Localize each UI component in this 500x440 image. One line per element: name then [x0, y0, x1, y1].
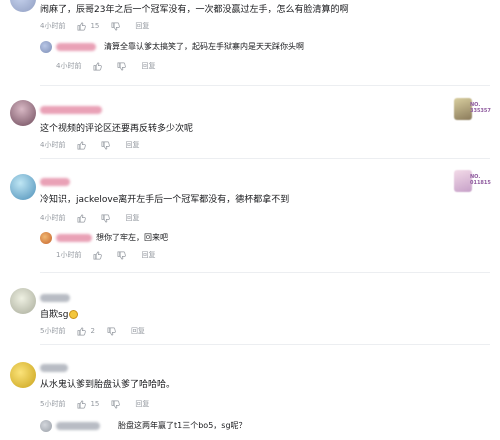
- comment-meta: 4小时前 回复: [40, 212, 139, 224]
- reply-avatar[interactable]: [40, 420, 52, 432]
- dislike-button[interactable]: [111, 400, 123, 409]
- dislike-button[interactable]: [111, 22, 123, 31]
- comment-time: 5小时前: [40, 327, 66, 335]
- dislike-button[interactable]: [107, 327, 119, 336]
- comment-meta: 4小时前 回复: [40, 139, 139, 151]
- divider: [40, 158, 490, 159]
- avatar[interactable]: [10, 0, 36, 12]
- comment-text: 自欺sg: [40, 309, 79, 321]
- reply-button[interactable]: 回复: [135, 399, 149, 409]
- comment-time: 5小时前: [40, 400, 66, 408]
- thumb-up-icon: [78, 400, 87, 408]
- fan-badge: NO. 011815: [454, 168, 491, 194]
- reply-button[interactable]: 回复: [125, 140, 139, 150]
- comment-meta: 5小时前 2 回复: [40, 325, 145, 337]
- like-button[interactable]: 15: [77, 22, 99, 31]
- thumb-up-icon: [78, 22, 87, 30]
- reply-text: 想你了牢左，回来吧: [96, 233, 168, 242]
- reply-avatar[interactable]: [40, 232, 52, 244]
- reply-button[interactable]: 回复: [141, 61, 155, 71]
- dislike-button[interactable]: [101, 141, 113, 150]
- comment-time: 4小时前: [40, 22, 66, 30]
- thumb-up-icon: [78, 327, 87, 335]
- comment-text: 闹麻了，辰哥23年之后一个冠军没有，一次都没赢过左手，怎么有脸清算的啊: [40, 5, 349, 15]
- dislike-button[interactable]: [117, 62, 129, 71]
- thumb-up-icon: [94, 251, 103, 259]
- thumb-down-icon: [102, 214, 111, 222]
- like-button[interactable]: [77, 141, 89, 150]
- avatar[interactable]: [10, 174, 36, 200]
- like-button[interactable]: [93, 251, 105, 260]
- reply-avatar[interactable]: [40, 41, 52, 53]
- like-button[interactable]: [77, 214, 89, 223]
- reply-button[interactable]: 回复: [131, 326, 145, 336]
- dislike-button[interactable]: [117, 251, 129, 260]
- reply-time: 1小时前: [56, 251, 82, 259]
- comment-time: 4小时前: [40, 141, 66, 149]
- comment-username[interactable]: [40, 106, 102, 114]
- comment-time: 4小时前: [40, 214, 66, 222]
- badge-number: NO. 335357: [470, 102, 491, 114]
- thumb-down-icon: [107, 327, 116, 335]
- comment-meta: 4小时前 15 回复: [40, 20, 149, 32]
- reply-button[interactable]: 回复: [141, 250, 155, 260]
- avatar[interactable]: [10, 288, 36, 314]
- like-button[interactable]: 15: [77, 400, 99, 409]
- like-count: 15: [90, 22, 100, 30]
- divider: [40, 272, 490, 273]
- reply-meta: 1小时前 回复: [56, 249, 155, 261]
- comment-username[interactable]: [40, 294, 70, 302]
- comment-username[interactable]: [40, 364, 68, 372]
- reply-button[interactable]: 回复: [125, 213, 139, 223]
- comment-meta: 5小时前 15 回复: [40, 398, 149, 410]
- reply-meta: 4小时前 回复: [56, 60, 155, 72]
- thumb-down-icon: [118, 62, 127, 70]
- badge-number: NO. 011815: [470, 174, 491, 186]
- like-button[interactable]: [93, 62, 105, 71]
- thumb-down-icon: [102, 141, 111, 149]
- reply-username[interactable]: [56, 234, 92, 242]
- reply-text: 清算全靠认爹太搞笑了，起码左手狱寨内是天天踩你头啊: [104, 42, 304, 51]
- comment-text: 冷知识，jackelove离开左手后一个冠军都没有，德杯都拿不到: [40, 195, 290, 205]
- thumb-down-icon: [111, 22, 121, 30]
- thumb-up-icon: [78, 214, 87, 222]
- reply-username[interactable]: [56, 422, 100, 430]
- fan-badge: NO. 335357: [454, 96, 491, 122]
- comment-text-content: 自欺sg: [40, 310, 69, 320]
- thumb-down-icon: [118, 251, 127, 259]
- comment-text: 从水鬼认爹到胎盘认爹了哈哈哈。: [40, 380, 176, 390]
- avatar[interactable]: [10, 362, 36, 388]
- thumb-up-icon: [78, 141, 87, 149]
- comment-username[interactable]: [40, 178, 70, 186]
- divider: [40, 85, 490, 86]
- reply-button[interactable]: 回复: [135, 21, 149, 31]
- divider: [40, 344, 490, 345]
- reply-time: 4小时前: [56, 62, 82, 70]
- thumb-up-icon: [94, 62, 103, 70]
- reply-username[interactable]: [56, 43, 96, 51]
- like-count: 2: [90, 327, 95, 335]
- like-count: 15: [90, 400, 100, 408]
- comment-text: 这个视频的评论区还要再反转多少次呢: [40, 124, 194, 134]
- dislike-button[interactable]: [101, 214, 113, 223]
- thumb-down-icon: [111, 400, 121, 408]
- avatar[interactable]: [10, 100, 36, 126]
- reply-text: 胎盘这两年赢了t1三个bo5，sg呢？: [118, 421, 247, 430]
- like-button[interactable]: 2: [77, 327, 95, 336]
- emoji-icon: [69, 310, 79, 319]
